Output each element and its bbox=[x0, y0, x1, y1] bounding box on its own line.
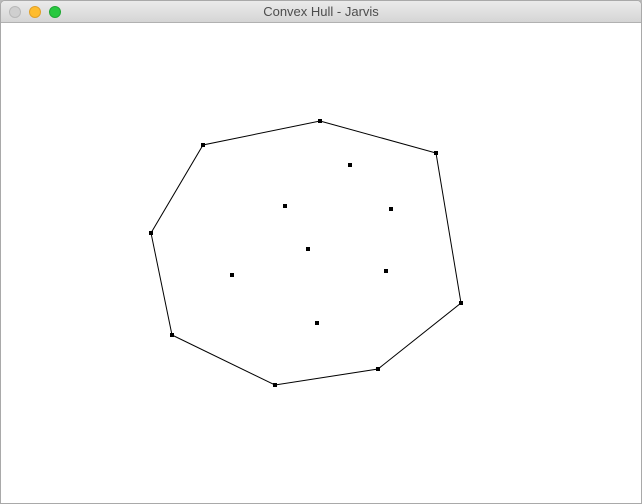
interior-point bbox=[389, 207, 393, 211]
hull-vertex-point bbox=[376, 367, 380, 371]
interior-point bbox=[283, 204, 287, 208]
interior-point bbox=[384, 269, 388, 273]
hull-vertex-point bbox=[170, 333, 174, 337]
drawing-canvas[interactable] bbox=[1, 23, 641, 503]
convex-hull-plot bbox=[149, 119, 463, 387]
hull-vertex-point bbox=[434, 151, 438, 155]
interior-point bbox=[306, 247, 310, 251]
hull-layer bbox=[150, 120, 462, 386]
hull-vertex-point bbox=[318, 119, 322, 123]
window-title: Convex Hull - Jarvis bbox=[263, 4, 379, 19]
hull-vertex-point bbox=[273, 383, 277, 387]
interior-point bbox=[348, 163, 352, 167]
app-window: Convex Hull - Jarvis bbox=[0, 0, 642, 504]
hull-vertex-point bbox=[459, 301, 463, 305]
hull-vertex-point bbox=[149, 231, 153, 235]
interior-point bbox=[230, 273, 234, 277]
title-bar[interactable]: Convex Hull - Jarvis bbox=[1, 1, 641, 23]
interior-point bbox=[315, 321, 319, 325]
hull-polygon bbox=[150, 120, 462, 386]
hull-vertex-point bbox=[201, 143, 205, 147]
